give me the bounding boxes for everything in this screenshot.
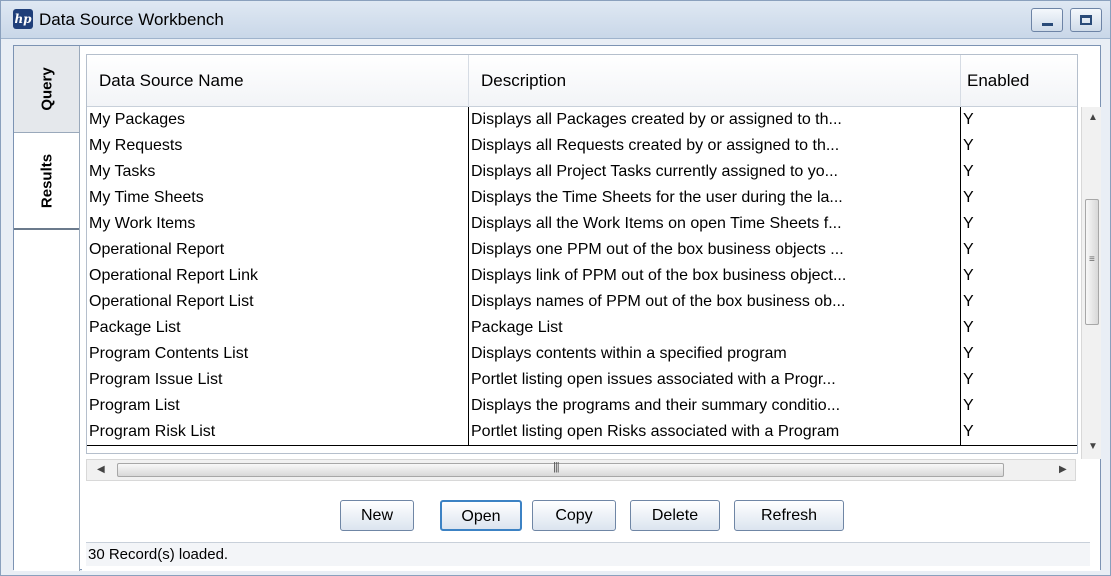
table-header: Data Source Name Description Enabled bbox=[87, 55, 1077, 107]
cell-enabled: Y bbox=[961, 159, 1077, 186]
cell-enabled: Y bbox=[961, 237, 1077, 264]
open-button[interactable]: Open bbox=[440, 500, 522, 531]
vertical-scroll-thumb[interactable]: ≡ bbox=[1085, 199, 1099, 325]
scroll-grip-icon: ≡ bbox=[1089, 254, 1095, 265]
tab-query[interactable]: Query bbox=[14, 46, 79, 133]
results-panel: Data Source Name Description Enabled My … bbox=[82, 46, 1101, 571]
scroll-right-arrow-icon[interactable]: ▶ bbox=[1059, 464, 1067, 475]
scroll-up-arrow-icon[interactable]: ▲ bbox=[1088, 112, 1098, 123]
window-title: Data Source Workbench bbox=[39, 10, 224, 29]
cell-description: Displays all the Work Items on open Time… bbox=[469, 211, 961, 238]
cell-name: Program Issue List bbox=[87, 367, 469, 394]
status-bar: 30 Record(s) loaded. bbox=[86, 542, 1090, 566]
column-header-description[interactable]: Description bbox=[469, 55, 961, 107]
cell-enabled: Y bbox=[961, 315, 1077, 342]
table-row[interactable]: My Requests Displays all Requests create… bbox=[87, 133, 1077, 160]
cell-enabled: Y bbox=[961, 107, 1077, 134]
scroll-grip-icon: ||| bbox=[553, 461, 560, 473]
new-button[interactable]: New bbox=[340, 500, 414, 531]
tab-results[interactable]: Results bbox=[14, 134, 79, 230]
cell-description: Displays all Requests created by or assi… bbox=[469, 133, 961, 160]
maximize-button[interactable] bbox=[1070, 8, 1102, 32]
table-row[interactable]: Operational Report Displays one PPM out … bbox=[87, 237, 1077, 264]
cell-description: Displays all Packages created by or assi… bbox=[469, 107, 961, 134]
table-row[interactable]: Program Contents List Displays contents … bbox=[87, 341, 1077, 368]
cell-name: Operational Report Link bbox=[87, 263, 469, 290]
column-header-data-source-name[interactable]: Data Source Name bbox=[87, 55, 469, 107]
table-row[interactable]: Program Issue List Portlet listing open … bbox=[87, 367, 1077, 394]
cell-description: Displays the Time Sheets for the user du… bbox=[469, 185, 961, 212]
cell-description: Displays names of PPM out of the box bus… bbox=[469, 289, 961, 316]
copy-button[interactable]: Copy bbox=[532, 500, 616, 531]
title-bar[interactable]: hp Data Source Workbench bbox=[1, 1, 1110, 39]
table-row[interactable]: Program List Displays the programs and t… bbox=[87, 393, 1077, 420]
cell-description: Portlet listing open issues associated w… bbox=[469, 367, 961, 394]
cell-description: Displays link of PPM out of the box busi… bbox=[469, 263, 961, 290]
tab-query-label: Query bbox=[38, 67, 55, 111]
cell-name: My Time Sheets bbox=[87, 185, 469, 212]
horizontal-scroll-thumb[interactable]: ||| bbox=[117, 461, 1004, 477]
table-body: My Packages Displays all Packages create… bbox=[87, 107, 1077, 453]
cell-name: My Packages bbox=[87, 107, 469, 134]
table-row[interactable]: Program Risk List Portlet listing open R… bbox=[87, 419, 1077, 446]
cell-description: Displays one PPM out of the box business… bbox=[469, 237, 961, 264]
cell-description: Displays the programs and their summary … bbox=[469, 393, 961, 420]
cell-enabled: Y bbox=[961, 419, 1077, 446]
table-row[interactable]: My Work Items Displays all the Work Item… bbox=[87, 211, 1077, 238]
scroll-left-arrow-icon[interactable]: ◀ bbox=[97, 464, 105, 475]
cell-enabled: Y bbox=[961, 211, 1077, 238]
cell-enabled: Y bbox=[961, 289, 1077, 316]
scroll-down-arrow-icon[interactable]: ▼ bbox=[1088, 441, 1098, 452]
cell-enabled: Y bbox=[961, 263, 1077, 290]
cell-enabled: Y bbox=[961, 393, 1077, 420]
cell-name: My Requests bbox=[87, 133, 469, 160]
data-source-workbench-window: hp Data Source Workbench Query Results D… bbox=[0, 0, 1111, 576]
table-row[interactable]: My Tasks Displays all Project Tasks curr… bbox=[87, 159, 1077, 186]
app-logo-icon: hp bbox=[13, 9, 33, 29]
refresh-button[interactable]: Refresh bbox=[734, 500, 844, 531]
column-header-enabled[interactable]: Enabled bbox=[961, 55, 1077, 107]
cell-name: Package List bbox=[87, 315, 469, 342]
cell-description: Package List bbox=[469, 315, 961, 342]
table-row[interactable]: Package List Package List Y bbox=[87, 315, 1077, 342]
minimize-button[interactable] bbox=[1031, 8, 1063, 32]
cell-name: Program Contents List bbox=[87, 341, 469, 368]
cell-description: Displays all Project Tasks currently ass… bbox=[469, 159, 961, 186]
cell-description: Portlet listing open Risks associated wi… bbox=[469, 419, 961, 446]
vertical-tabs: Query Results bbox=[14, 46, 80, 571]
table-row[interactable]: Operational Report Link Displays link of… bbox=[87, 263, 1077, 290]
cell-enabled: Y bbox=[961, 185, 1077, 212]
results-table: Data Source Name Description Enabled My … bbox=[86, 54, 1101, 459]
button-bar: New Open Copy Delete Refresh bbox=[86, 486, 1090, 542]
cell-name: Operational Report bbox=[87, 237, 469, 264]
delete-button[interactable]: Delete bbox=[630, 500, 720, 531]
cell-enabled: Y bbox=[961, 367, 1077, 394]
table-row[interactable]: My Time Sheets Displays the Time Sheets … bbox=[87, 185, 1077, 212]
tab-results-label: Results bbox=[38, 153, 55, 209]
cell-name: Program Risk List bbox=[87, 419, 469, 446]
cell-enabled: Y bbox=[961, 133, 1077, 160]
cell-name: My Tasks bbox=[87, 159, 469, 186]
workbench-content: Query Results Data Source Name Descripti… bbox=[13, 45, 1101, 571]
horizontal-scrollbar[interactable]: ◀ ||| ▶ bbox=[86, 459, 1076, 481]
cell-enabled: Y bbox=[961, 341, 1077, 368]
cell-description: Displays contents within a specified pro… bbox=[469, 341, 961, 368]
table-row[interactable]: My Packages Displays all Packages create… bbox=[87, 107, 1077, 134]
vertical-scrollbar[interactable]: ▲ ≡ ▼ bbox=[1081, 107, 1101, 459]
cell-name: Operational Report List bbox=[87, 289, 469, 316]
cell-name: My Work Items bbox=[87, 211, 469, 238]
maximize-icon bbox=[1080, 15, 1092, 25]
cell-name: Program List bbox=[87, 393, 469, 420]
minimize-icon bbox=[1042, 23, 1053, 26]
table-row[interactable]: Operational Report List Displays names o… bbox=[87, 289, 1077, 316]
